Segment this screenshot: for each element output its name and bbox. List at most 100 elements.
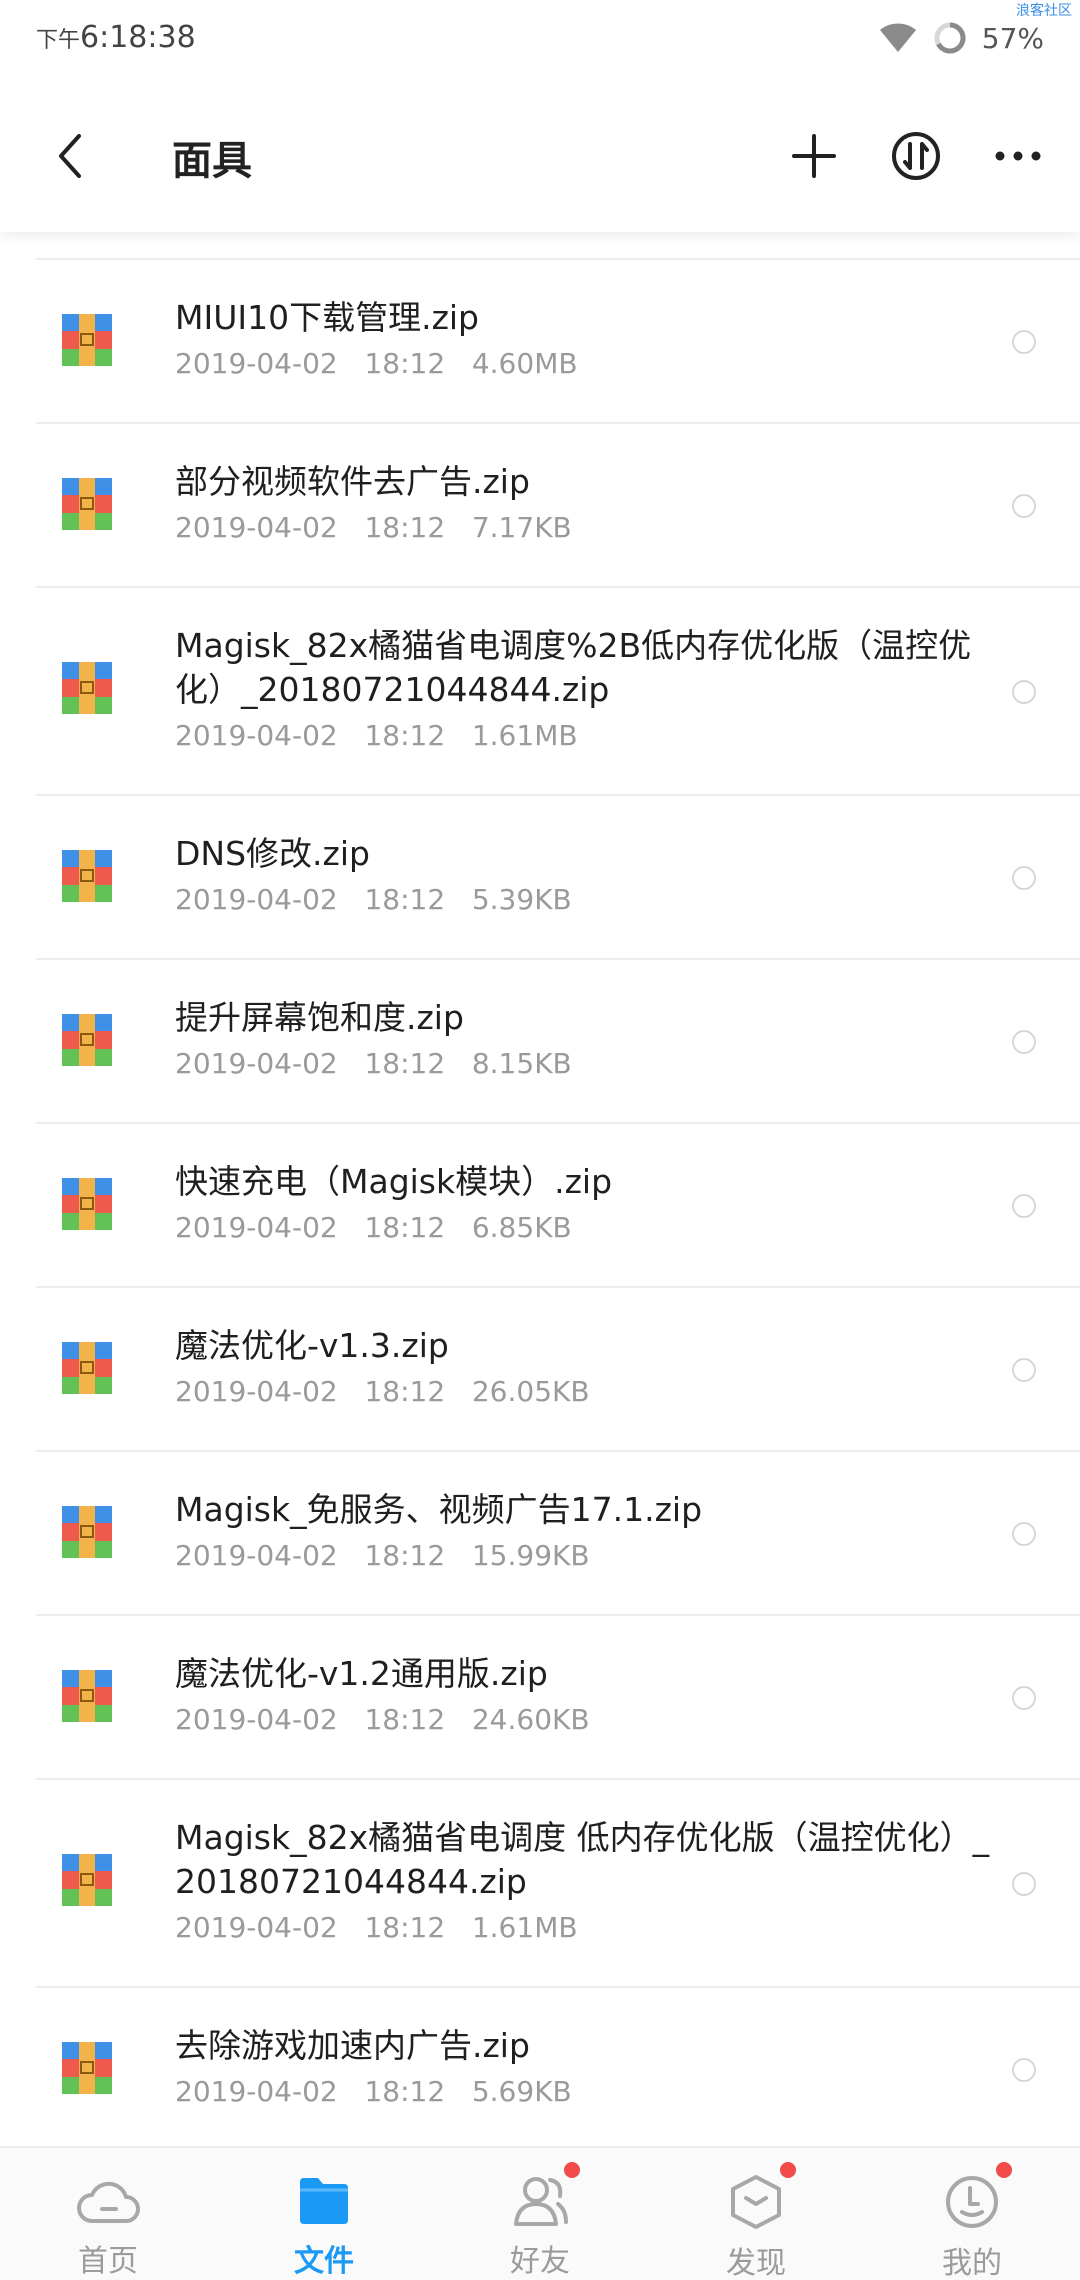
file-row[interactable]: 提升屏幕饱和度.zip 2019-04-02 18:12 8.15KB <box>36 960 1080 1124</box>
file-text: DNS修改.zip 2019-04-02 18:12 5.39KB <box>175 832 1005 920</box>
tab-me[interactable]: 我的 <box>864 2148 1080 2280</box>
file-name: 魔法优化-v1.3.zip <box>175 1326 449 1365</box>
file-row[interactable]: Magisk_82x橘猫省电调度%2B低内存优化版（温控优化）_20180721… <box>36 588 1080 796</box>
plus-icon <box>792 134 836 178</box>
file-time: 18:12 <box>364 1211 446 1244</box>
file-date: 2019-04-02 <box>175 1047 338 1080</box>
file-name: 魔法优化-v1.2通用版.zip <box>175 1654 548 1693</box>
select-radio[interactable] <box>1012 866 1036 890</box>
file-size: 1.61MB <box>471 1911 578 1944</box>
file-name: MIUI10下载管理.zip <box>175 298 480 337</box>
file-date: 2019-04-02 <box>175 2075 338 2108</box>
add-button[interactable] <box>784 126 844 186</box>
back-button[interactable] <box>40 126 100 186</box>
file-meta: 2019-04-02 18:12 5.39KB <box>175 880 1005 920</box>
file-text: 快速充电（Magisk模块）.zip 2019-04-02 18:12 6.85… <box>175 1160 1005 1248</box>
file-name: 去除游戏加速内广告.zip <box>175 2026 530 2065</box>
tab-label: 文件 <box>294 2244 354 2279</box>
select-radio[interactable] <box>1012 2058 1036 2082</box>
select-radio[interactable] <box>1012 1686 1036 1710</box>
status-time: 下午6:18:38 <box>36 20 196 55</box>
file-time: 18:12 <box>364 1047 446 1080</box>
select-radio[interactable] <box>1012 680 1036 704</box>
profile-icon <box>940 2174 1004 2230</box>
file-row[interactable]: 魔法优化-v1.3.zip 2019-04-02 18:12 26.05KB <box>36 1288 1080 1452</box>
file-text: 部分视频软件去广告.zip 2019-04-02 18:12 7.17KB <box>175 460 1005 548</box>
file-meta: 2019-04-02 18:12 5.69KB <box>175 2072 1005 2112</box>
file-row[interactable]: DNS修改.zip 2019-04-02 18:12 5.39KB <box>36 796 1080 960</box>
file-text: MIUI10下载管理.zip 2019-04-02 18:12 4.60MB <box>175 296 1005 384</box>
cloud-icon <box>76 2174 140 2228</box>
select-radio[interactable] <box>1012 1872 1036 1896</box>
more-button[interactable] <box>988 126 1048 186</box>
file-row[interactable]: Magisk_82x橘猫省电调度 低内存优化版（温控优化）_2018072104… <box>36 1780 1080 1988</box>
tab-files[interactable]: 文件 <box>216 2148 432 2280</box>
notification-badge <box>564 2162 580 2178</box>
bottom-tab-bar: 首页 文件 好友 发现 我的 <box>0 2146 1080 2280</box>
zip-file-icon <box>62 1178 112 1230</box>
file-list: MIUI10下载管理.zip 2019-04-02 18:12 4.60MB 部… <box>0 258 1080 2152</box>
file-name: DNS修改.zip <box>175 834 370 873</box>
file-row[interactable]: 魔法优化-v1.2通用版.zip 2019-04-02 18:12 24.60K… <box>36 1616 1080 1780</box>
zip-file-icon <box>62 1670 112 1722</box>
file-time: 18:12 <box>364 2075 446 2108</box>
file-row[interactable]: 去除游戏加速内广告.zip 2019-04-02 18:12 5.69KB <box>36 1988 1080 2152</box>
sort-button[interactable] <box>886 126 946 186</box>
status-time-value: 6:18:38 <box>80 20 196 55</box>
file-time: 18:12 <box>364 1539 446 1572</box>
file-row[interactable]: Magisk_免服务、视频广告17.1.zip 2019-04-02 18:12… <box>36 1452 1080 1616</box>
file-size: 26.05KB <box>471 1375 590 1408</box>
notification-badge <box>780 2162 796 2178</box>
file-meta: 2019-04-02 18:12 8.15KB <box>175 1044 1005 1084</box>
select-radio[interactable] <box>1012 1194 1036 1218</box>
file-name: Magisk_82x橘猫省电调度 低内存优化版（温控优化）_2018072104… <box>175 1818 990 1901</box>
zip-file-icon <box>62 850 112 902</box>
zip-file-icon <box>62 662 112 714</box>
file-meta: 2019-04-02 18:12 6.85KB <box>175 1208 1005 1248</box>
tab-discover[interactable]: 发现 <box>648 2148 864 2280</box>
tab-home[interactable]: 首页 <box>0 2148 216 2280</box>
zip-file-icon <box>62 1854 112 1906</box>
select-radio[interactable] <box>1012 330 1036 354</box>
file-name: 部分视频软件去广告.zip <box>175 462 530 501</box>
page-title: 面具 <box>172 138 252 184</box>
file-text: Magisk_82x橘猫省电调度 低内存优化版（温控优化）_2018072104… <box>175 1816 1005 1948</box>
file-meta: 2019-04-02 18:12 15.99KB <box>175 1536 1005 1576</box>
watermark: 浪客社区 <box>1016 3 1072 19</box>
file-date: 2019-04-02 <box>175 1911 338 1944</box>
file-time: 18:12 <box>364 1703 446 1736</box>
file-time: 18:12 <box>364 719 446 752</box>
wifi-icon <box>879 23 916 52</box>
file-time: 18:12 <box>364 511 446 544</box>
battery-percent: 57% <box>981 21 1044 55</box>
file-name: Magisk_免服务、视频广告17.1.zip <box>175 1490 703 1529</box>
file-meta: 2019-04-02 18:12 7.17KB <box>175 508 1005 548</box>
tab-label: 我的 <box>942 2246 1002 2280</box>
select-radio[interactable] <box>1012 1522 1036 1546</box>
file-text: 魔法优化-v1.2通用版.zip 2019-04-02 18:12 24.60K… <box>175 1652 1005 1740</box>
file-row[interactable]: 快速充电（Magisk模块）.zip 2019-04-02 18:12 6.85… <box>36 1124 1080 1288</box>
tab-friends[interactable]: 好友 <box>432 2148 648 2280</box>
file-size: 24.60KB <box>471 1703 590 1736</box>
file-name: Magisk_82x橘猫省电调度%2B低内存优化版（温控优化）_20180721… <box>175 626 972 709</box>
file-meta: 2019-04-02 18:12 1.61MB <box>175 716 1005 756</box>
file-text: 魔法优化-v1.3.zip 2019-04-02 18:12 26.05KB <box>175 1324 1005 1412</box>
select-radio[interactable] <box>1012 1030 1036 1054</box>
tab-label: 好友 <box>510 2244 570 2279</box>
file-size: 5.39KB <box>471 883 572 916</box>
select-radio[interactable] <box>1012 1358 1036 1382</box>
status-time-prefix: 下午 <box>36 28 81 53</box>
select-radio[interactable] <box>1012 494 1036 518</box>
discover-icon <box>724 2174 788 2230</box>
file-row[interactable]: MIUI10下载管理.zip 2019-04-02 18:12 4.60MB <box>36 260 1080 424</box>
file-time: 18:12 <box>364 1375 446 1408</box>
file-size: 5.69KB <box>471 2075 572 2108</box>
zip-file-icon <box>62 478 112 530</box>
battery-ring-icon <box>934 22 966 54</box>
file-row[interactable]: 部分视频软件去广告.zip 2019-04-02 18:12 7.17KB <box>36 424 1080 588</box>
file-text: 提升屏幕饱和度.zip 2019-04-02 18:12 8.15KB <box>175 996 1005 1084</box>
file-size: 4.60MB <box>471 347 578 380</box>
file-size: 7.17KB <box>471 511 572 544</box>
zip-file-icon <box>62 1014 112 1066</box>
file-size: 1.61MB <box>471 719 578 752</box>
